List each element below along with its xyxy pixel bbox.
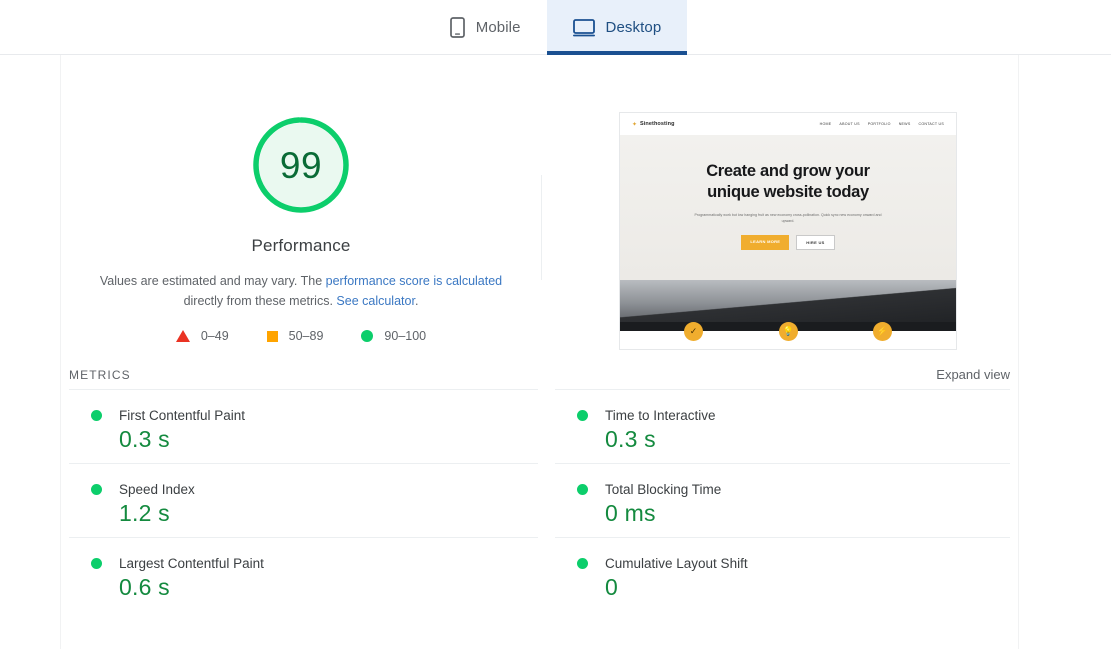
performance-summary: 99 Performance Values are estimated and … (61, 55, 541, 343)
legend-item-good: 90–100 (361, 329, 426, 343)
tab-desktop[interactable]: Desktop (546, 0, 688, 55)
logo-mark-icon: ✦ (632, 121, 638, 128)
thumbnail-nav-item: ABOUT US (839, 122, 860, 126)
thumbnail-nav-item: CONTACT US (918, 122, 944, 126)
thumbnail-hero: Create and grow your unique website toda… (620, 135, 956, 280)
metric-name: Largest Contentful Paint (119, 556, 264, 571)
thumbnail-nav-item: HOME (819, 122, 832, 126)
performance-score-link[interactable]: performance score is calculated (326, 274, 502, 288)
metric-value: 0.6 s (119, 574, 170, 600)
mobile-icon (449, 17, 465, 38)
thumbnail-heading-line-1: Create and grow your (706, 162, 870, 180)
status-dot-good (91, 558, 102, 569)
thumbnail-nav-item: PORTFOLIO (867, 122, 891, 126)
thumbnail-nav-links: HOME ABOUT US PORTFOLIO NEWS CONTACT US (820, 122, 944, 126)
triangle-icon (175, 330, 190, 342)
performance-score: 99 (279, 144, 323, 186)
see-calculator-link[interactable]: See calculator (336, 294, 415, 308)
thumbnail-logo-text: Sinethosting (640, 121, 675, 127)
form-factor-tabs: Mobile Desktop (0, 0, 1111, 55)
thumbnail-nav-item: NEWS (898, 122, 911, 126)
legend-range-good: 90–100 (384, 329, 427, 343)
metric-name: First Contentful Paint (119, 408, 246, 423)
metric-name: Total Blocking Time (605, 482, 722, 497)
thumbnail-learn-more-button: LEARN MORE (741, 235, 790, 250)
check-icon: ✓ (684, 322, 703, 341)
status-dot-good (91, 410, 102, 421)
page-screenshot-thumbnail[interactable]: ✦ Sinethosting HOME ABOUT US PORTFOLIO N… (619, 112, 957, 350)
tab-desktop-label: Desktop (605, 19, 662, 36)
thumbnail-subtext: Programmatically work but low hanging fr… (694, 213, 882, 223)
tab-mobile[interactable]: Mobile (424, 0, 547, 55)
metric-value: 1.2 s (119, 500, 170, 526)
report-card: 99 Performance Values are estimated and … (60, 55, 1019, 649)
legend-range-average: 50–89 (288, 329, 324, 343)
legend-item-average: 50–89 (266, 329, 324, 343)
circle-icon (361, 330, 374, 342)
metric-cumulative-layout-shift[interactable]: Cumulative Layout Shift 0 (555, 537, 1010, 611)
score-description: Values are estimated and may vary. The p… (91, 271, 511, 311)
metric-value: 0.3 s (119, 426, 170, 452)
metric-name: Time to Interactive (605, 408, 716, 423)
score-legend: 0–49 50–89 90–100 (175, 329, 426, 343)
metric-largest-contentful-paint[interactable]: Largest Contentful Paint 0.6 s (69, 537, 538, 611)
metric-value: 0.3 s (605, 426, 656, 452)
bulb-icon: 💡 (779, 322, 798, 341)
square-icon (266, 330, 278, 342)
metrics-header: METRICS Expand view (61, 351, 1018, 389)
metric-name: Cumulative Layout Shift (605, 556, 748, 571)
status-dot-good (577, 484, 588, 495)
desc-text-3: . (414, 294, 419, 308)
legend-item-poor: 0–49 (175, 329, 229, 343)
status-dot-good (91, 484, 102, 495)
thumbnail-logo: ✦ Sinethosting (632, 121, 675, 128)
thumbnail-heading-line-2: unique website today (707, 183, 869, 201)
metric-total-blocking-time[interactable]: Total Blocking Time 0 ms (555, 463, 1010, 537)
performance-label: Performance (251, 236, 351, 255)
metric-speed-index[interactable]: Speed Index 1.2 s (69, 463, 538, 537)
metric-first-contentful-paint[interactable]: First Contentful Paint 0.3 s (69, 389, 538, 463)
bolt-icon: ⚡ (873, 322, 892, 341)
expand-view-button[interactable]: Expand view (936, 367, 1010, 382)
status-dot-good (577, 410, 588, 421)
metric-value: 0 (605, 574, 618, 600)
summary-section: 99 Performance Values are estimated and … (61, 55, 1018, 351)
thumbnail-navbar: ✦ Sinethosting HOME ABOUT US PORTFOLIO N… (620, 113, 956, 135)
metric-name: Speed Index (119, 482, 195, 497)
metrics-title: METRICS (69, 368, 131, 382)
thumbnail-heading: Create and grow your unique website toda… (706, 161, 870, 203)
metrics-grid: First Contentful Paint 0.3 s Time to Int… (61, 389, 1018, 611)
metric-time-to-interactive[interactable]: Time to Interactive 0.3 s (555, 389, 1010, 463)
tab-mobile-label: Mobile (475, 19, 521, 36)
desktop-icon (572, 18, 595, 37)
thumbnail-buttons: LEARN MORE HIRE US (741, 235, 835, 250)
thumbnail-hire-us-button: HIRE US (796, 235, 835, 250)
metric-value: 0 ms (605, 500, 656, 526)
thumbnail-feature-badges: ✓ 💡 ⚡ (620, 322, 956, 349)
legend-range-poor: 0–49 (200, 329, 229, 343)
summary-divider (541, 175, 542, 280)
desc-text-2: directly from these metrics. (183, 294, 337, 308)
performance-gauge[interactable]: 99 (251, 115, 351, 215)
desc-text-1: Values are estimated and may vary. The (99, 274, 326, 288)
status-dot-good (577, 558, 588, 569)
